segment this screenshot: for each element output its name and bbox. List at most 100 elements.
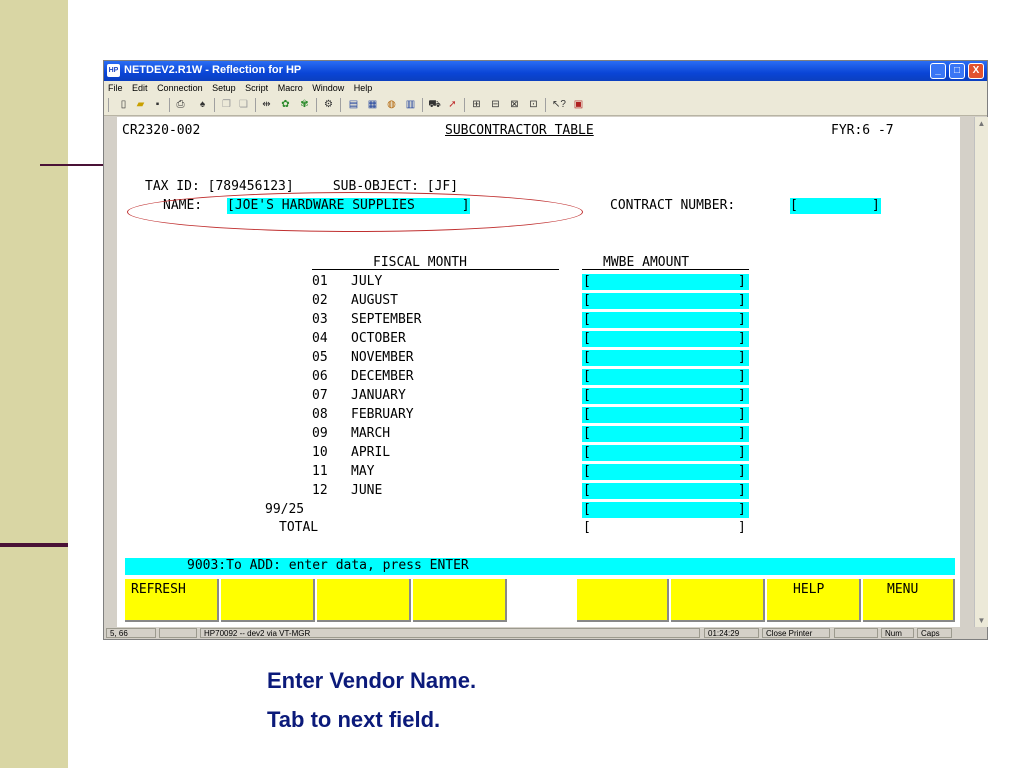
month-number: 11 — [312, 464, 328, 479]
toolbar-separator — [214, 98, 215, 112]
month-name: APRIL — [351, 445, 391, 460]
mwbe-amount-field[interactable]: [] — [582, 483, 749, 499]
paste-icon[interactable]: ❏ — [237, 98, 250, 111]
mwbe-amount-field[interactable]: [] — [582, 426, 749, 442]
status-message: 9003:To ADD: enter data, press ENTER — [187, 558, 469, 573]
mwbe-amount-field[interactable]: [] — [582, 331, 749, 347]
field-left-bracket: [ — [583, 331, 591, 346]
month-number: 07 — [312, 388, 328, 403]
find-icon[interactable]: ♠ — [196, 98, 209, 111]
fkey-4[interactable] — [413, 579, 507, 622]
menu-connection[interactable]: Connection — [157, 81, 203, 95]
mwbe-amount-field[interactable]: [] — [582, 274, 749, 290]
save-icon[interactable]: ▪ — [151, 98, 164, 111]
receive-icon[interactable]: ✾ — [298, 98, 311, 111]
mwbe-amount-field[interactable]: [] — [582, 464, 749, 480]
field-right-bracket: ] — [738, 426, 746, 441]
keyboard-icon[interactable]: ▦ — [366, 98, 379, 111]
mwbe-amount-field[interactable]: [] — [582, 445, 749, 461]
macro-icon[interactable]: ▥ — [404, 98, 417, 111]
fkey-menu[interactable]: MENU — [863, 579, 955, 622]
close-printer[interactable]: Close Printer — [762, 628, 830, 638]
menu-macro[interactable]: Macro — [278, 81, 303, 95]
upload-icon[interactable]: ⛟ — [428, 98, 441, 111]
settings-icon[interactable]: ⚙ — [322, 98, 335, 111]
month-number: 03 — [312, 312, 328, 327]
display-icon[interactable]: ▤ — [347, 98, 360, 111]
fkey-6[interactable] — [671, 579, 765, 622]
field-left-bracket: [ — [583, 445, 591, 460]
fiscal-month-underline — [312, 269, 559, 270]
toolbar-separator — [169, 98, 170, 112]
terminal-screen[interactable]: CR2320-002 SUBCONTRACTOR TABLE FYR:6 -7 … — [117, 117, 960, 627]
scroll-down-icon[interactable]: ▼ — [975, 614, 988, 627]
close-button[interactable]: X — [968, 63, 984, 79]
title-bar[interactable]: HP NETDEV2.R1W - Reflection for HP _ □ X — [104, 61, 987, 81]
toolbar-separator — [316, 98, 317, 112]
field-left-bracket: [ — [583, 464, 591, 479]
field-right-bracket: ] — [738, 464, 746, 479]
fkey-refresh[interactable]: REFRESH — [125, 579, 219, 622]
exit-icon[interactable]: ▣ — [572, 98, 585, 111]
toolbar-separator — [340, 98, 341, 112]
window2-icon[interactable]: ⊟ — [489, 98, 502, 111]
mwbe-amount-field[interactable]: [] — [582, 407, 749, 423]
menu-file[interactable]: File — [108, 81, 123, 95]
mwbe-amount-field[interactable]: [] — [582, 350, 749, 366]
month-name: JUNE — [351, 483, 383, 498]
fiscal-year: FYR:6 -7 — [831, 123, 894, 138]
menu-window[interactable]: Window — [312, 81, 344, 95]
window3-icon[interactable]: ⊠ — [508, 98, 521, 111]
field-right-bracket: ] — [738, 388, 746, 403]
decorative-line-top — [40, 164, 105, 166]
total-left-bracket: [ — [583, 520, 591, 535]
month-name: DECEMBER — [351, 369, 414, 384]
month-name: FEBRUARY — [351, 407, 414, 422]
mwbe-amount-field[interactable]: [] — [582, 369, 749, 385]
field-left-bracket: [ — [790, 198, 798, 213]
toolbar-separator — [255, 98, 256, 112]
connect-icon[interactable]: ⇹ — [260, 98, 273, 111]
field-left-bracket: [ — [583, 274, 591, 289]
fkey-5[interactable] — [577, 579, 669, 622]
vertical-scrollbar[interactable]: ▲ ▼ — [974, 117, 988, 627]
window4-icon[interactable]: ⊡ — [527, 98, 540, 111]
mwbe-amount-field[interactable]: [] — [582, 502, 749, 518]
app-icon: HP — [107, 64, 120, 77]
month-name: SEPTEMBER — [351, 312, 422, 327]
help-pointer-icon[interactable]: ↖? — [552, 98, 566, 111]
field-right-bracket: ] — [738, 502, 746, 517]
menu-setup[interactable]: Setup — [212, 81, 236, 95]
menu-edit[interactable]: Edit — [132, 81, 148, 95]
maximize-button[interactable]: □ — [949, 63, 965, 79]
month-name: JULY — [351, 274, 383, 289]
month-number: 10 — [312, 445, 328, 460]
window1-icon[interactable]: ⊞ — [470, 98, 483, 111]
print-icon[interactable]: ⎙ — [174, 98, 187, 111]
mwbe-amount-field[interactable]: [] — [582, 312, 749, 328]
status-blank-cell — [159, 628, 197, 638]
mwbe-amount-field[interactable]: [] — [582, 293, 749, 309]
fkey-help[interactable]: HELP — [767, 579, 861, 622]
scroll-up-icon[interactable]: ▲ — [975, 117, 988, 130]
field-right-bracket: ] — [738, 483, 746, 498]
caption-line-1: Enter Vendor Name. — [267, 668, 477, 693]
toolbar-separator — [422, 98, 423, 112]
fkey-2[interactable] — [221, 579, 315, 622]
new-icon[interactable]: ▯ — [117, 98, 130, 111]
menu-help[interactable]: Help — [354, 81, 373, 95]
colors-icon[interactable]: ◍ — [385, 98, 398, 111]
mwbe-amount-field[interactable]: [] — [582, 388, 749, 404]
contract-number-field[interactable]: [ ] — [790, 198, 881, 214]
transfer-icon[interactable]: ✿ — [279, 98, 292, 111]
month-name: MARCH — [351, 426, 391, 441]
cursor-icon[interactable]: ➚ — [446, 98, 459, 111]
month-name: OCTOBER — [351, 331, 406, 346]
field-right-bracket: ] — [738, 407, 746, 422]
minimize-button[interactable]: _ — [930, 63, 946, 79]
fkey-3[interactable] — [317, 579, 411, 622]
copy-icon[interactable]: ❐ — [220, 98, 233, 111]
field-left-bracket: [ — [583, 407, 591, 422]
open-icon[interactable]: ▰ — [134, 98, 147, 111]
menu-script[interactable]: Script — [245, 81, 268, 95]
